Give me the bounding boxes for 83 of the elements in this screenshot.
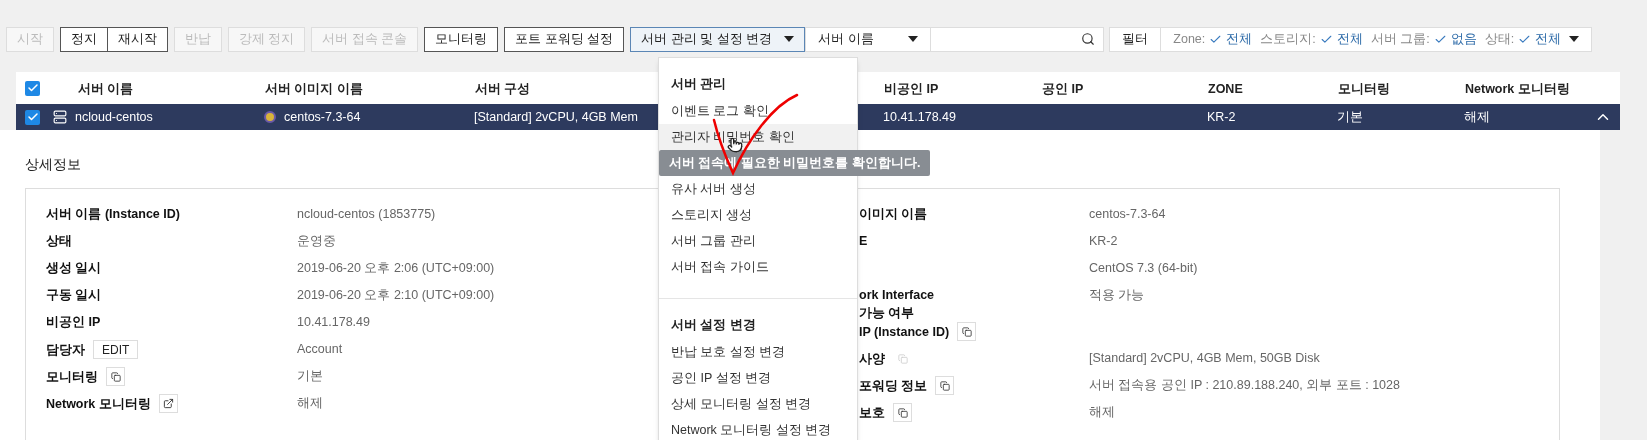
detail-value: 2019-06-20 오후 2:06 (UTC+09:00) [297, 260, 495, 277]
column-header[interactable]: 비공인 IP [884, 82, 939, 96]
filter-label: 서버 그룹: [1370, 30, 1430, 48]
table-cell-text: [Standard] 2vCPU, 4GB Mem [474, 108, 638, 126]
menu-item[interactable]: 반납 보호 설정 변경 [659, 339, 857, 365]
filter-button[interactable]: 필터 [1110, 27, 1162, 51]
detail-value: 해제 [297, 395, 323, 412]
detail-value: ncloud-centos (1853775) [297, 206, 436, 223]
detail-value: Account [297, 341, 343, 358]
table-cell-text: ncloud-centos [75, 108, 153, 126]
detail-label: IP (Instance ID) [859, 323, 950, 341]
detail-value: 2019-06-20 오후 2:10 (UTC+09:00) [297, 287, 495, 304]
column-header[interactable]: 공인 IP [1042, 82, 1084, 96]
detail-label: 서버 이름 (Instance ID) [46, 206, 180, 223]
filter-value[interactable]: 없음 [1450, 29, 1477, 49]
filter-label: Zone: [1173, 30, 1206, 48]
column-header[interactable]: 모니터링 [1338, 82, 1390, 96]
table-cell-text: centos-7.3-64 [284, 108, 361, 126]
filter-label: 상태: [1484, 30, 1515, 48]
detail-label: 담당자 [46, 341, 85, 359]
os-logo-icon [264, 111, 276, 123]
detail-label: 상태 [46, 233, 72, 250]
detail-value: CentOS 7.3 (64-bit) [1089, 260, 1198, 277]
menu-item[interactable]: 유사 서버 생성 [659, 176, 857, 202]
menu-item[interactable]: Network 모니터링 설정 변경 [659, 417, 857, 440]
detail-value: 적용 가능 [1089, 287, 1145, 304]
filter-value[interactable]: 전체 [1226, 29, 1253, 49]
section-title: 상세정보 [25, 156, 81, 172]
detail-value: KR-2 [1089, 233, 1118, 250]
checkbox[interactable] [25, 109, 40, 125]
toolbar-button[interactable]: 모니터링 [424, 26, 499, 52]
column-header[interactable]: Network 모니터링 [1465, 82, 1570, 96]
edit-button[interactable]: EDIT [93, 340, 139, 359]
detail-value: 서버 접속용 공인 IP : 210.89.188.240, 외부 포트 : 1028 [1089, 377, 1400, 394]
detail-label: E [859, 233, 868, 250]
detail-value: 운영중 [297, 233, 336, 250]
detail-value: 기본 [297, 368, 323, 385]
detail-value: 해제 [1089, 404, 1115, 421]
toolbar-button[interactable]: 정지 [60, 26, 108, 52]
detail-label: 포워딩 정보 [859, 377, 928, 395]
popup-icon[interactable] [935, 376, 955, 395]
table-cell-text: KR-2 [1207, 108, 1236, 126]
popup-icon[interactable] [893, 403, 912, 422]
toolbar-button[interactable]: 재시작 [107, 26, 168, 52]
menu-item[interactable]: 공인 IP 설정 변경 [659, 365, 857, 391]
detail-value: centos-7.3-64 [1089, 206, 1166, 223]
menu-section-title: 서버 관리 [671, 75, 727, 93]
menu-section-title: 서버 설정 변경 [671, 316, 756, 334]
filter-value[interactable]: 전체 [1336, 29, 1363, 49]
column-header[interactable]: 서버 이름 [78, 82, 134, 96]
detail-label: 사양 [859, 350, 885, 368]
menu-item[interactable]: 스토리지 생성 [659, 202, 857, 228]
detail-value: 10.41.178.49 [297, 314, 370, 331]
menu-item[interactable]: 서버 그룹 관리 [659, 228, 857, 254]
detail-label: 구동 일시 [46, 287, 102, 304]
menu-item[interactable]: 이벤트 로그 확인 [659, 98, 857, 124]
filter-caret-icon [1569, 36, 1580, 42]
detail-label: 생성 일시 [46, 260, 102, 277]
popup-icon[interactable] [957, 322, 977, 341]
filter-value[interactable]: 전체 [1535, 29, 1562, 49]
menu-item[interactable]: 상세 모니터링 설정 변경 [659, 391, 857, 417]
caret-icon [784, 36, 795, 42]
popup-icon[interactable] [106, 367, 125, 386]
table-cell-text: 기본 [1337, 108, 1363, 126]
column-header[interactable]: 서버 구성 [475, 82, 531, 96]
detail-label: 보호 [859, 404, 885, 422]
filter-label: 스토리지: [1260, 30, 1316, 48]
detail-label: 이미지 이름 [859, 206, 928, 223]
detail-label: ork Interface 가능 여부 [859, 287, 935, 322]
menu-item[interactable]: 서버 접속 가이드 [659, 254, 857, 280]
checkbox[interactable] [25, 80, 40, 96]
column-header[interactable]: 서버 이미지 이름 [265, 82, 363, 96]
external-link-icon[interactable] [158, 394, 178, 413]
detail-label: 비공인 IP [46, 314, 101, 331]
column-header[interactable]: ZONE [1208, 82, 1243, 96]
detail-label: Network 모니터링 [46, 395, 151, 413]
detail-value: [Standard] 2vCPU, 4GB Mem, 50GB Disk [1089, 350, 1320, 367]
table-cell-text: 해제 [1464, 108, 1490, 126]
server-icon [53, 110, 67, 124]
toolbar-button[interactable]: 포트 포워딩 설정 [504, 26, 625, 52]
dropdown-button[interactable]: 서버 관리 및 설정 변경 [630, 26, 806, 52]
detail-label: 모니터링 [46, 368, 98, 386]
table-cell-text: 10.41.178.49 [883, 108, 956, 126]
